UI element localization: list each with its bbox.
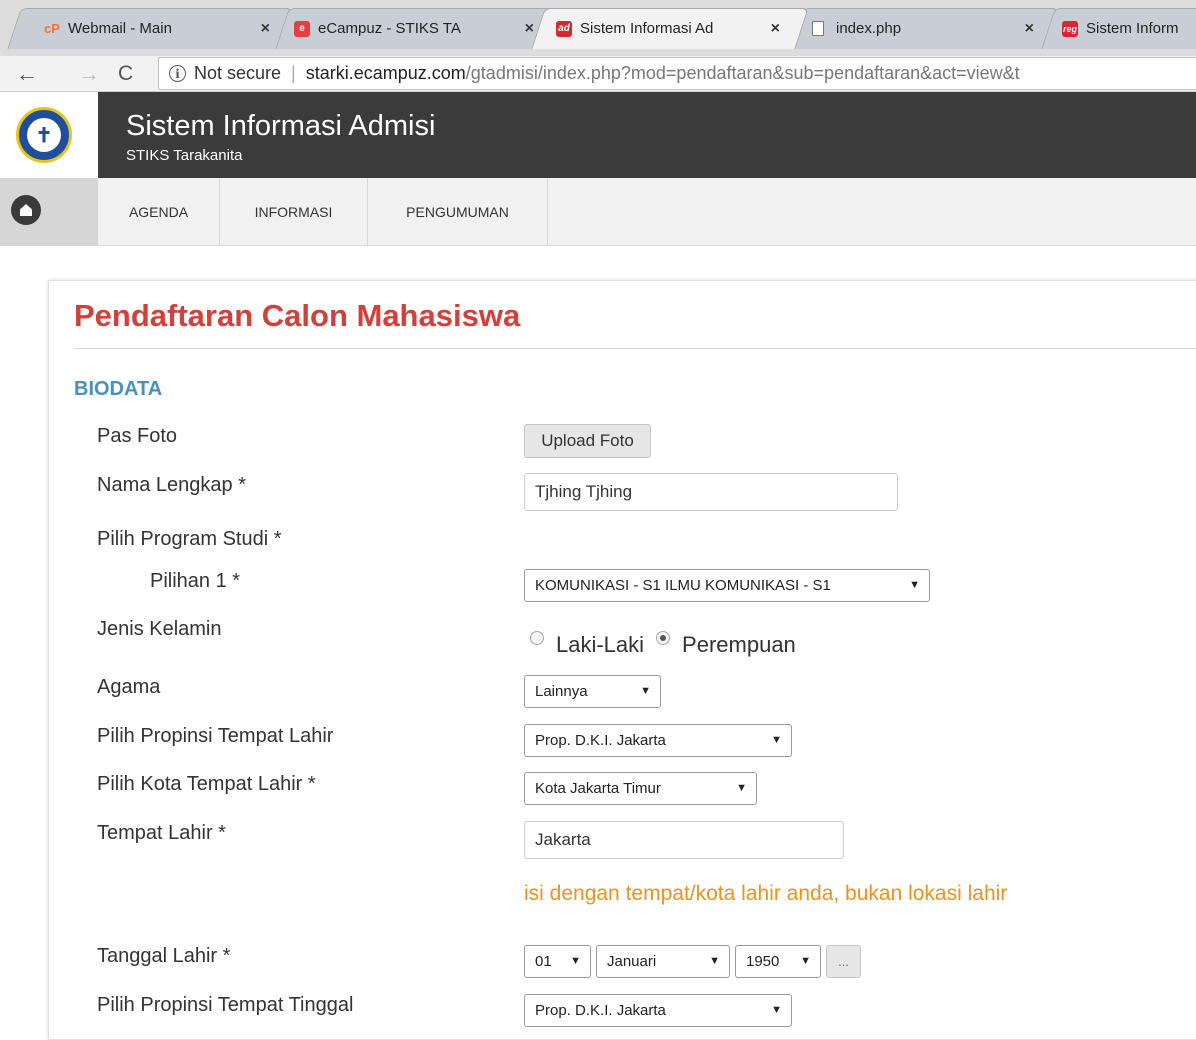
omnibox-divider: | [291, 63, 296, 83]
tab-admisi-content: ad Sistem Informasi Ad × [556, 8, 780, 49]
label-pas-foto: Pas Foto [97, 425, 178, 447]
chevron-down-icon: ▼ [736, 782, 747, 794]
logo-cross-icon: ✝ [27, 118, 61, 152]
admisi-icon: ad [556, 20, 572, 37]
tanggal-day-select[interactable]: 01 ▼ [524, 945, 591, 978]
home-button[interactable] [0, 178, 98, 246]
radio-label-perempuan[interactable]: Perempuan [682, 632, 796, 658]
propinsi-tinggal-value: Prop. D.K.I. Jakarta [535, 1002, 666, 1019]
agama-select[interactable]: Lainnya ▼ [524, 675, 661, 708]
tanggal-year-value: 1950 [746, 953, 780, 970]
url-path: /gtadmisi/index.php?mod=pendaftaran&sub=… [465, 63, 1020, 83]
close-icon[interactable]: × [771, 20, 780, 38]
label-tanggal-lahir: Tanggal Lahir * [97, 945, 231, 967]
site-title: Sistem Informasi Admisi [126, 110, 436, 142]
address-bar[interactable]: i Not secure | starki.ecampuz.com /gtadm… [158, 57, 1196, 90]
url-host: starki.ecampuz.com [305, 63, 466, 83]
label-pilihan-1: Pilihan 1 * [150, 570, 241, 592]
label-kota-lahir: Pilih Kota Tempat Lahir * [97, 773, 316, 795]
security-label: Not secure [194, 63, 282, 83]
close-icon[interactable]: × [1025, 20, 1034, 38]
tanggal-year-select[interactable]: 1950 ▼ [735, 945, 821, 978]
browser-toolbar: ← → C i Not secure | starki.ecampuz.com … [0, 56, 1196, 92]
tanggal-month-select[interactable]: Januari ▼ [596, 945, 730, 978]
chevron-down-icon: ▼ [640, 685, 651, 697]
close-icon[interactable]: × [525, 20, 534, 38]
page-title: Pendaftaran Calon Mahasiswa [74, 298, 521, 333]
forward-arrow-icon[interactable]: → [78, 60, 100, 88]
ecampuz-icon: e [294, 20, 310, 37]
radio-perempuan[interactable] [656, 631, 671, 645]
label-agama: Agama [97, 676, 161, 698]
propinsi-lahir-select[interactable]: Prop. D.K.I. Jakarta ▼ [524, 724, 792, 757]
browser-tab-bar: cP Webmail - Main × e eCampuz - STIKS TA… [0, 0, 1196, 56]
gender-radio-group: Laki-Laki Perempuan [530, 630, 796, 660]
chevron-down-icon: ▼ [771, 1004, 782, 1016]
nav-agenda[interactable]: AGENDA [98, 178, 220, 246]
site-nav: AGENDA INFORMASI PENGUMUMAN [0, 178, 1196, 246]
chevron-down-icon: ▼ [800, 955, 811, 967]
close-icon[interactable]: × [261, 20, 270, 38]
tab-ecampuz-content: e eCampuz - STIKS TA × [294, 8, 534, 49]
nav-informasi[interactable]: INFORMASI [220, 178, 368, 246]
reg-icon: reg [1062, 20, 1078, 37]
propinsi-lahir-value: Prop. D.K.I. Jakarta [535, 732, 666, 749]
pilihan-1-select[interactable]: KOMUNIKASI - S1 ILMU KOMUNIKASI - S1 ▼ [524, 569, 930, 602]
radio-laki-laki[interactable] [530, 631, 544, 645]
site-subtitle: STIKS Tarakanita [126, 147, 243, 164]
tanggal-day-value: 01 [535, 953, 552, 970]
kota-lahir-value: Kota Jakarta Timur [535, 780, 661, 797]
label-program-studi: Pilih Program Studi * [97, 528, 282, 550]
tab-title: Sistem Informasi Ad [580, 20, 714, 37]
tab-webmail-content: cP Webmail - Main × [44, 8, 270, 49]
site-header: ✝ Sistem Informasi Admisi STIKS Tarakani… [0, 92, 1196, 178]
tab-title: Sistem Inform [1086, 20, 1179, 37]
propinsi-tinggal-select[interactable]: Prop. D.K.I. Jakarta ▼ [524, 994, 792, 1027]
radio-label-laki-laki[interactable]: Laki-Laki [556, 632, 644, 658]
title-divider [74, 348, 1196, 349]
label-tempat-lahir: Tempat Lahir * [97, 822, 226, 844]
chevron-down-icon: ▼ [570, 955, 581, 967]
info-icon[interactable]: i [169, 65, 186, 82]
reload-icon[interactable]: C [118, 60, 133, 88]
label-propinsi-tinggal: Pilih Propinsi Tempat Tinggal [97, 994, 354, 1016]
upload-foto-button[interactable]: Upload Foto [524, 424, 651, 458]
kota-lahir-select[interactable]: Kota Jakarta Timur ▼ [524, 772, 757, 805]
chevron-down-icon: ▼ [709, 955, 720, 967]
date-picker-button[interactable]: ... [826, 945, 861, 978]
page-icon [812, 21, 824, 36]
chevron-down-icon: ▼ [909, 579, 920, 591]
tanggal-month-value: Januari [607, 953, 657, 970]
tempat-lahir-hint: isi dengan tempat/kota lahir anda, bukan… [524, 882, 1008, 905]
tempat-lahir-input[interactable] [524, 821, 844, 859]
registration-card [48, 280, 1196, 1040]
nav-pengumuman[interactable]: PENGUMUMAN [368, 178, 548, 246]
logo-box: ✝ [0, 92, 98, 178]
agama-value: Lainnya [535, 683, 588, 700]
tab-sistem-inform-content: reg Sistem Inform [1062, 8, 1196, 49]
tab-title: index.php [836, 20, 902, 37]
home-icon [11, 195, 41, 225]
cpanel-icon: cP [44, 21, 60, 36]
label-jenis-kelamin: Jenis Kelamin [97, 618, 222, 640]
pilihan-1-value: KOMUNIKASI - S1 ILMU KOMUNIKASI - S1 [535, 577, 831, 594]
tab-title: eCampuz - STIKS TA [318, 20, 461, 37]
tab-index-content: index.php × [812, 8, 1034, 49]
section-title-biodata: BIODATA [74, 378, 163, 400]
label-nama-lengkap: Nama Lengkap * [97, 474, 246, 496]
label-propinsi-lahir: Pilih Propinsi Tempat Lahir [97, 725, 334, 747]
back-arrow-icon[interactable]: ← [16, 60, 38, 88]
stiks-logo-icon[interactable]: ✝ [16, 107, 72, 163]
nama-lengkap-input[interactable] [524, 473, 898, 511]
tab-title: Webmail - Main [68, 20, 172, 37]
chevron-down-icon: ▼ [771, 734, 782, 746]
